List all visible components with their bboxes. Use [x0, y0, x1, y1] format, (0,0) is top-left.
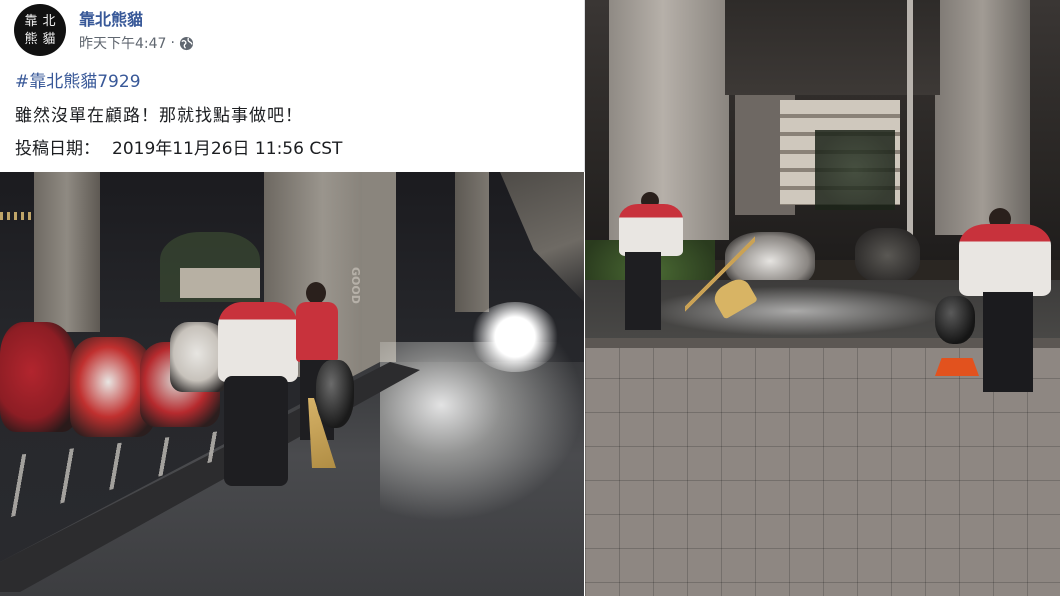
dustpan [935, 358, 979, 376]
hashtag-link[interactable]: #靠北熊貓7929 [15, 67, 141, 92]
trash-bag [316, 360, 354, 428]
date-value: 2019年11月26日 11:56 CST [112, 139, 343, 159]
headlight-glare [470, 302, 560, 372]
volunteer-sweeping [210, 302, 300, 492]
post-date: 投稿日期： 2019年11月26日 11:56 CST [15, 134, 342, 159]
post-photo-right[interactable] [585, 0, 1060, 596]
globe-icon[interactable] [179, 36, 194, 51]
avatar-char: 北 [42, 13, 56, 29]
page-name-link[interactable]: 靠北熊貓 [79, 6, 143, 30]
post-timestamp[interactable]: 昨天下午4:47 [79, 33, 166, 53]
graffiti: GOOD [349, 267, 362, 304]
street-lamp [907, 0, 913, 255]
page-avatar[interactable]: 靠 北 熊 貓 [14, 4, 66, 56]
post-body-text: 雖然沒單在顧路！那就找點事做吧！ [15, 106, 303, 126]
parked-scooter [0, 322, 78, 432]
date-label: 投稿日期： [15, 139, 100, 159]
facebook-post: 靠 北 熊 貓 靠北熊貓 昨天下午4:47 · #靠北熊貓7929 雖然沒單在顧… [0, 0, 585, 172]
overpass-pillar [455, 172, 489, 312]
meta-separator: · [170, 35, 175, 51]
overpass-pillar [34, 172, 100, 332]
parked-scooter [855, 228, 920, 283]
avatar-char: 靠 [24, 13, 38, 29]
volunteer-sweeping [613, 192, 693, 332]
avatar-char: 貓 [42, 31, 56, 47]
post-photo-left[interactable]: GOOD [0, 172, 584, 596]
post-meta: 昨天下午4:47 · [79, 33, 194, 53]
avatar-char: 熊 [24, 31, 38, 47]
overpass-pillar [935, 0, 1030, 235]
trash-bag [935, 296, 975, 344]
